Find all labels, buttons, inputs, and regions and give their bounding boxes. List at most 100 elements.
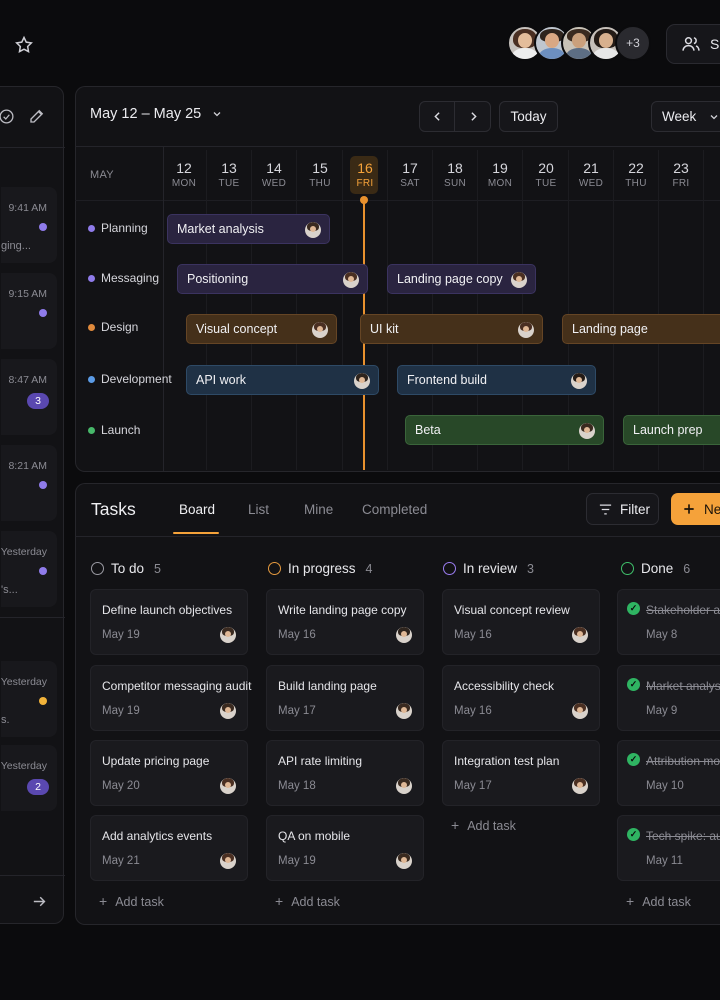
day-number: 17 [402, 160, 418, 176]
chevron-right-icon[interactable] [456, 102, 491, 131]
day-weekday: THU [309, 178, 331, 189]
bar-landing-page[interactable]: Landing page [562, 314, 720, 344]
check-circle-icon[interactable] [0, 107, 15, 125]
bar-visual-concept[interactable]: Visual concept [186, 314, 337, 344]
message-time: Yesterday [0, 676, 47, 688]
task-title: Accessibility check [454, 679, 555, 693]
task-date: May 21 [102, 855, 140, 867]
day-column-header: 2S [704, 160, 720, 189]
task-title: Define launch objectives [102, 603, 233, 617]
chevron-left-icon[interactable] [420, 102, 455, 131]
view-selector[interactable]: Week [651, 101, 720, 132]
day-weekday: WED [261, 178, 287, 189]
filter-button[interactable]: Filter [586, 493, 659, 525]
day-gridline [251, 150, 252, 470]
task-card[interactable]: Integration test plan May 17 [442, 740, 600, 806]
tab-completed[interactable]: Completed [362, 502, 427, 517]
message-item[interactable]: 8:21 AM [1, 445, 57, 521]
more-collaborators-badge[interactable]: +3 [615, 25, 651, 61]
task-card[interactable]: Visual concept review May 16 [442, 589, 600, 655]
task-card[interactable]: Update pricing page May 20 [90, 740, 248, 806]
filter-icon [598, 502, 613, 517]
task-date: May 17 [278, 705, 316, 717]
assignee-avatar [312, 322, 328, 338]
message-item[interactable]: Yesterday 2 [1, 745, 57, 811]
task-card[interactable]: Build landing page May 17 [266, 665, 424, 731]
task-card-done[interactable]: ✓ Tech spike: aut May 11 [617, 815, 720, 881]
add-task-button[interactable]: + Add task [626, 893, 691, 909]
assignee-avatar [572, 778, 588, 794]
task-title: Add analytics events [102, 829, 213, 843]
task-date: May 8 [646, 629, 678, 641]
task-title: QA on mobile [278, 829, 351, 843]
collaborator-avatars[interactable]: +3 [507, 25, 651, 65]
star-icon[interactable] [13, 34, 35, 56]
day-weekday: TUE [535, 178, 557, 189]
message-item[interactable]: 9:41 AM ging... [1, 187, 57, 263]
message-time: Yesterday [0, 546, 47, 558]
message-item[interactable]: 8:47 AM 3 [1, 359, 57, 435]
task-card[interactable]: Competitor messaging audit May 19 [90, 665, 251, 731]
tab-list[interactable]: List [248, 502, 269, 517]
add-task-button[interactable]: + Add task [99, 893, 164, 909]
task-date: May 9 [646, 705, 678, 717]
day-weekday: SAT [400, 178, 420, 189]
row-label-launch: Launch [88, 423, 140, 437]
task-card-done[interactable]: ✓ Stakeholder ali May 8 [617, 589, 720, 655]
assignee-avatar [579, 423, 595, 439]
message-time: Yesterday [0, 760, 47, 772]
unread-badge: 3 [27, 393, 49, 409]
edit-icon[interactable] [27, 106, 47, 126]
day-column-header: 20 TUE [524, 160, 568, 189]
task-card-done[interactable]: ✓ Attribution mo May 10 [617, 740, 720, 806]
assignee-avatar [396, 853, 412, 869]
add-task-button[interactable]: + Add task [451, 817, 516, 833]
bar-landing-page-copy[interactable]: Landing page copy [387, 264, 536, 294]
share-label: S [710, 36, 720, 52]
date-range-selector[interactable]: May 12 – May 25 [90, 106, 223, 122]
day-gridline [296, 150, 297, 470]
unread-dot [39, 309, 47, 317]
day-weekday: TUE [218, 178, 240, 189]
add-task-button[interactable]: + Add task [275, 893, 340, 909]
arrow-right-icon[interactable] [29, 891, 49, 911]
message-item[interactable]: Yesterday 's... [1, 531, 57, 607]
task-card[interactable]: Add analytics events May 21 [90, 815, 248, 881]
task-date: May 18 [278, 780, 316, 792]
check-icon: ✓ [627, 678, 640, 691]
unread-badge: 2 [27, 779, 49, 795]
message-item[interactable]: 9:15 AM [1, 273, 57, 349]
assignee-avatar [220, 853, 236, 869]
task-card[interactable]: API rate limiting May 18 [266, 740, 424, 806]
task-card[interactable]: QA on mobile May 19 [266, 815, 424, 881]
bar-market-analysis[interactable]: Market analysis [167, 214, 330, 244]
task-title: Market analysis [646, 679, 720, 693]
bar-beta[interactable]: Beta [405, 415, 604, 445]
task-card-done[interactable]: ✓ Market analysis May 9 [617, 665, 720, 731]
share-button[interactable]: S [666, 24, 720, 64]
day-weekday: S [704, 178, 720, 189]
task-card[interactable]: Define launch objectives May 19 [90, 589, 248, 655]
today-button[interactable]: Today [499, 101, 558, 132]
message-item[interactable]: Yesterday s. [1, 661, 57, 737]
assignee-avatar [396, 627, 412, 643]
day-column-header: 13 TUE [207, 160, 251, 189]
task-date: May 17 [454, 780, 492, 792]
task-card[interactable]: Accessibility check May 16 [442, 665, 600, 731]
tab-board[interactable]: Board [179, 502, 215, 517]
bar-launch-prep[interactable]: Launch prep [623, 415, 720, 445]
bar-api-work[interactable]: API work [186, 365, 379, 395]
bar-frontend-build[interactable]: Frontend build [397, 365, 596, 395]
new-task-button[interactable]: Ne [671, 493, 720, 525]
day-number: 21 [583, 160, 599, 176]
bar-ui-kit[interactable]: UI kit [360, 314, 543, 344]
active-tab-indicator [173, 532, 219, 534]
bar-positioning[interactable]: Positioning [177, 264, 368, 294]
task-card[interactable]: Write landing page copy May 16 [266, 589, 424, 655]
message-preview: ging... [1, 240, 31, 252]
day-number: 19 [492, 160, 508, 176]
tab-mine[interactable]: Mine [304, 502, 333, 517]
task-title: Update pricing page [102, 754, 210, 768]
day-gridline [387, 150, 388, 470]
row-label-messaging: Messaging [88, 271, 159, 285]
